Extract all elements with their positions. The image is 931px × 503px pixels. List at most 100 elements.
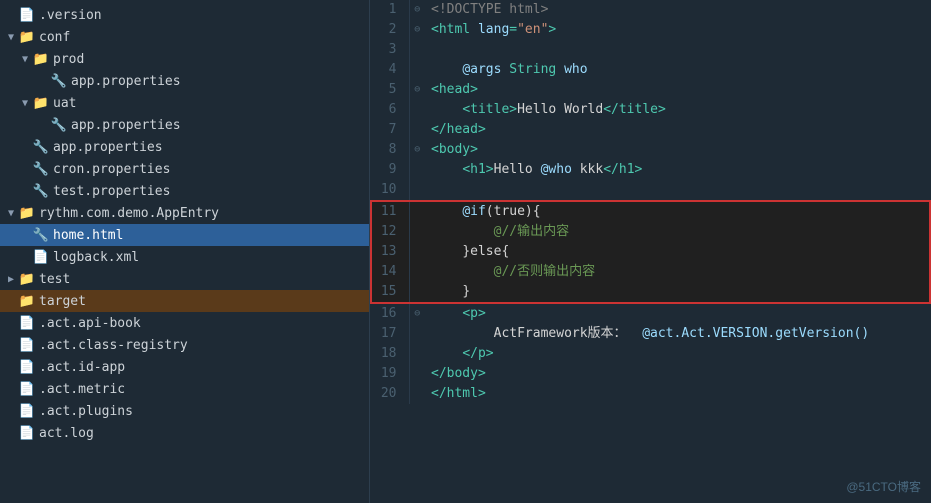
- code-content-4: @args String who: [425, 60, 930, 80]
- code-content-14: @//否则输出内容: [425, 262, 930, 282]
- label-appentry: rythm.com.demo.AppEntry: [39, 206, 219, 221]
- tree-item-prod[interactable]: ▼ 📁 prod: [0, 48, 369, 70]
- label-cron-prop: cron.properties: [53, 162, 170, 177]
- label-app-prop: app.properties: [53, 140, 163, 155]
- tree-item-test[interactable]: ▶ 📁 test: [0, 268, 369, 290]
- tree-item-act-plugins[interactable]: 📄 .act.plugins: [0, 400, 369, 422]
- folder-icon-prod: 📁: [32, 52, 50, 67]
- code-line-3: 3: [371, 40, 930, 60]
- code-line-19: 19 </body>: [371, 364, 930, 384]
- tree-item-app-prop[interactable]: 🔧 app.properties: [0, 136, 369, 158]
- code-content-1: <!DOCTYPE html>: [425, 0, 930, 20]
- fold-3: [409, 40, 425, 60]
- tree-item-version[interactable]: 📄 .version: [0, 4, 369, 26]
- arrow-uat: ▼: [18, 98, 32, 109]
- label-home-html: home.html: [53, 228, 123, 243]
- line-num-1: 1: [371, 0, 409, 20]
- label-act-log: act.log: [39, 426, 94, 441]
- tree-item-logback[interactable]: 📄 logback.xml: [0, 246, 369, 268]
- fold-12: [409, 222, 425, 242]
- folder-icon-uat: 📁: [32, 96, 50, 111]
- arrow-prod: ▼: [18, 54, 32, 65]
- label-uat: uat: [53, 96, 76, 111]
- code-line-14: 14 @//否则输出内容: [371, 262, 930, 282]
- file-icon-act-id: 📄: [18, 360, 36, 375]
- fold-16[interactable]: ⊖: [409, 303, 425, 324]
- code-content-20: </html>: [425, 384, 930, 404]
- code-content-5: <head>: [425, 80, 930, 100]
- arrow-test: ▶: [4, 274, 18, 285]
- code-line-7: 7 </head>: [371, 120, 930, 140]
- prop-icon-app-uat: 🔧: [50, 118, 68, 133]
- fold-14: [409, 262, 425, 282]
- tree-item-app-prop-prod[interactable]: 🔧 app.properties: [0, 70, 369, 92]
- label-prod: prod: [53, 52, 84, 67]
- code-content-13: }else{: [425, 242, 930, 262]
- line-num-9: 9: [371, 160, 409, 180]
- folder-icon-conf: 📁: [18, 30, 36, 45]
- label-act-class-registry: .act.class-registry: [39, 338, 188, 353]
- fold-5[interactable]: ⊖: [409, 80, 425, 100]
- file-icon-act-metric: 📄: [18, 382, 36, 397]
- file-icon-act-plugins: 📄: [18, 404, 36, 419]
- tree-item-act-api-book[interactable]: 📄 .act.api-book: [0, 312, 369, 334]
- xml-icon-logback: 📄: [32, 250, 50, 265]
- code-content-8: <body>: [425, 140, 930, 160]
- line-num-10: 10: [371, 180, 409, 201]
- file-icon-act-api: 📄: [18, 316, 36, 331]
- fold-17: [409, 324, 425, 344]
- fold-1[interactable]: ⊖: [409, 0, 425, 20]
- fold-18: [409, 344, 425, 364]
- code-line-4: 4 @args String who: [371, 60, 930, 80]
- code-content-12: @//输出内容: [425, 222, 930, 242]
- code-content-15: }: [425, 282, 930, 303]
- code-line-6: 6 <title>Hello World</title>: [371, 100, 930, 120]
- line-num-19: 19: [371, 364, 409, 384]
- fold-2[interactable]: ⊖: [409, 20, 425, 40]
- code-line-9: 9 <h1>Hello @who kkk</h1>: [371, 160, 930, 180]
- code-content-9: <h1>Hello @who kkk</h1>: [425, 160, 930, 180]
- fold-9: [409, 160, 425, 180]
- code-line-13: 13 }else{: [371, 242, 930, 262]
- tree-item-app-prop-uat[interactable]: 🔧 app.properties: [0, 114, 369, 136]
- line-num-16: 16: [371, 303, 409, 324]
- line-num-4: 4: [371, 60, 409, 80]
- tree-item-act-class-registry[interactable]: 📄 .act.class-registry: [0, 334, 369, 356]
- code-line-10: 10: [371, 180, 930, 201]
- tree-item-act-id-app[interactable]: 📄 .act.id-app: [0, 356, 369, 378]
- label-conf: conf: [39, 30, 70, 45]
- arrow-appentry: ▼: [4, 208, 18, 219]
- code-line-12: 12 @//输出内容: [371, 222, 930, 242]
- code-content-19: </body>: [425, 364, 930, 384]
- prop-icon-app-prod: 🔧: [50, 74, 68, 89]
- code-line-11: 11 @if(true){: [371, 201, 930, 222]
- line-num-14: 14: [371, 262, 409, 282]
- line-num-6: 6: [371, 100, 409, 120]
- code-content-6: <title>Hello World</title>: [425, 100, 930, 120]
- tree-item-cron-prop[interactable]: 🔧 cron.properties: [0, 158, 369, 180]
- label-act-api-book: .act.api-book: [39, 316, 141, 331]
- line-num-8: 8: [371, 140, 409, 160]
- line-num-5: 5: [371, 80, 409, 100]
- label-app-prop-prod: app.properties: [71, 74, 181, 89]
- fold-20: [409, 384, 425, 404]
- fold-13: [409, 242, 425, 262]
- tree-item-home-html[interactable]: 🔧 home.html: [0, 224, 369, 246]
- label-test-prop: test.properties: [53, 184, 170, 199]
- code-line-15: 15 }: [371, 282, 930, 303]
- tree-item-target[interactable]: 📁 target: [0, 290, 369, 312]
- code-line-8: 8 ⊖ <body>: [371, 140, 930, 160]
- code-line-1: 1 ⊖ <!DOCTYPE html>: [371, 0, 930, 20]
- fold-8[interactable]: ⊖: [409, 140, 425, 160]
- prop-icon-app: 🔧: [32, 140, 50, 155]
- fold-19: [409, 364, 425, 384]
- tree-item-uat[interactable]: ▼ 📁 uat: [0, 92, 369, 114]
- tree-item-appentry[interactable]: ▼ 📁 rythm.com.demo.AppEntry: [0, 202, 369, 224]
- tree-item-test-prop[interactable]: 🔧 test.properties: [0, 180, 369, 202]
- tree-item-conf[interactable]: ▼ 📁 conf: [0, 26, 369, 48]
- tree-item-act-metric[interactable]: 📄 .act.metric: [0, 378, 369, 400]
- code-content-2: <html lang="en">: [425, 20, 930, 40]
- line-num-17: 17: [371, 324, 409, 344]
- tree-item-act-log[interactable]: 📄 act.log: [0, 422, 369, 444]
- line-num-12: 12: [371, 222, 409, 242]
